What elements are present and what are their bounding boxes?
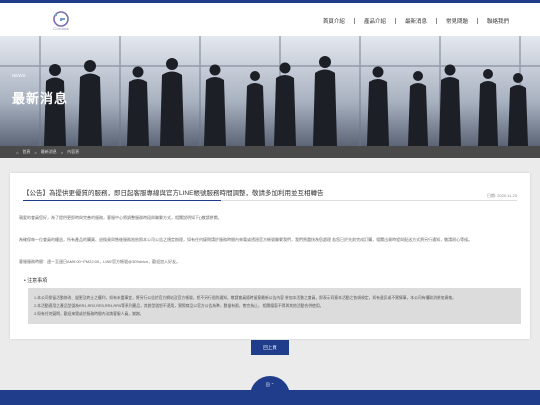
notice-item: 1.本公司保留活動修改、變更及終止之權利，如有未盡事宜，將另行公告於官方網站及官… (34, 296, 456, 300)
back-to-top-label[interactable]: 回 ⌃ (250, 382, 290, 388)
notice-heading: • 注意事項 (24, 277, 47, 284)
main-nav: 首頁介紹 產品介紹 最新消息 常見問題 聯絡我們 (314, 15, 518, 27)
dot-icon: • (24, 278, 26, 284)
notice-title: 注意事項 (27, 278, 48, 284)
title-underline-accent (23, 200, 221, 201)
breadcrumb-current: 內容頁 (67, 149, 80, 154)
breadcrumb-separator: > (60, 149, 64, 155)
article-title: 【公告】為提供更優質的服務，即日起客服專線與官方LINE帳號服務時間調整，敬請多… (23, 190, 324, 197)
site-header: Cordina 首頁介紹 產品介紹 最新消息 常見問題 聯絡我們 (0, 3, 540, 36)
nav-item-products[interactable]: 產品介紹 (355, 17, 395, 25)
back-button[interactable]: 回上頁 (251, 340, 289, 355)
nav-item-home[interactable]: 首頁介紹 (314, 17, 354, 25)
breadcrumb: ⌂ 首頁 > 最新消息 > 內容頁 (16, 149, 79, 155)
page-banner: NEWS 最新消息 (0, 36, 540, 146)
nav-item-news[interactable]: 最新消息 (396, 17, 436, 25)
date-value: 2020.11.23 (497, 193, 517, 198)
home-icon: ⌂ (16, 149, 19, 155)
article-date: 日期: 2020.11.23 (487, 193, 517, 199)
notice-item: 3.如有任何疑問，歡迎來電或於服務時間內洽詢客服人員，謝謝。 (34, 312, 144, 316)
article-paragraph: 為確保每一位會員的權益，所有產品的購買、退換貨與售後服務皆依照本公司公告之規定辦… (19, 237, 473, 242)
notice-item: 2.本活動適用之產品型號為RR1,RR2,RR3,RR4,RR5等系列產品，其餘… (34, 304, 324, 308)
banner-people-silhouette-image (0, 36, 540, 146)
nav-item-contact[interactable]: 聯絡我們 (478, 17, 518, 25)
nav-item-faq[interactable]: 常見問題 (437, 17, 477, 25)
breadcrumb-home[interactable]: 首頁 (22, 149, 30, 155)
breadcrumb-separator: > (34, 149, 37, 155)
breadcrumb-bar: ⌂ 首頁 > 最新消息 > 內容頁 (0, 146, 540, 158)
breadcrumb-section[interactable]: 最新消息 (41, 149, 57, 155)
notice-box: 1.本公司保留活動修改、變更及終止之權利，如有未盡事宜，將另行公告於官方網站及官… (28, 288, 521, 324)
article-paragraph: 客服服務時間：週一至週日AM9:00~PM22:00，LINE官方帳號@309d… (19, 259, 181, 264)
date-label: 日期: (487, 193, 497, 198)
article-card: 【公告】為提供更優質的服務，即日起客服專線與官方LINE帳號服務時間調整，敬請多… (10, 173, 530, 339)
banner-title: 最新消息 (12, 91, 69, 106)
article-paragraph: 親愛的會員您好，為了提供更即時與完善的服務，客服中心將調整服務時段與聯繫方式，相… (19, 215, 222, 220)
logo-text: Cordina (53, 26, 69, 31)
title-divider (221, 200, 517, 201)
banner-subtitle: NEWS (12, 73, 26, 78)
